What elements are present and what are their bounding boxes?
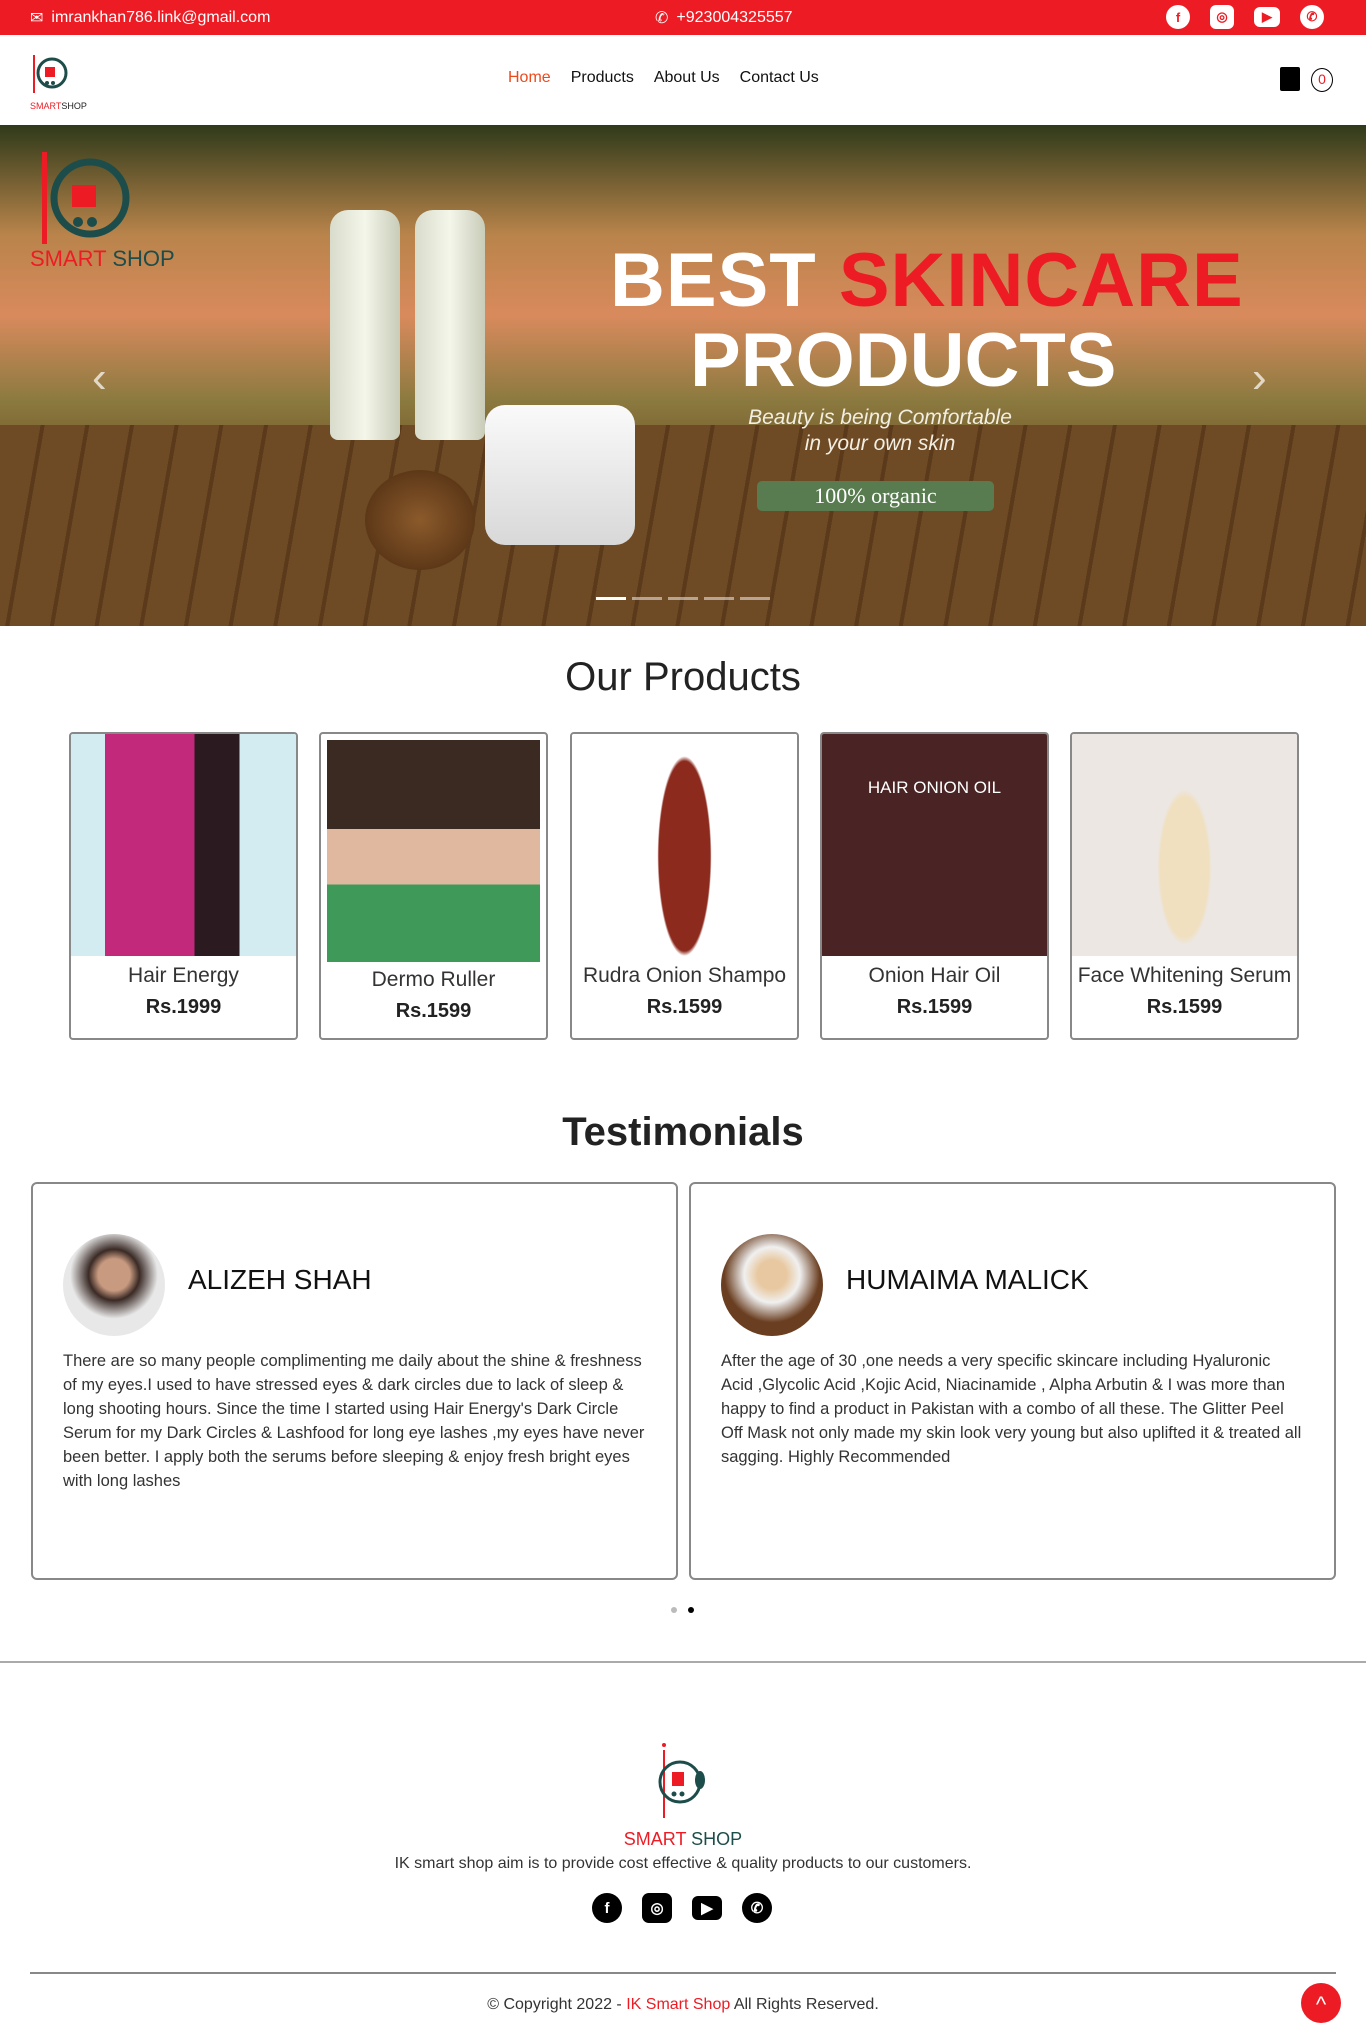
carousel-indicator[interactable] (596, 597, 626, 600)
main-navbar: SMARTSHOP Home Products About Us Contact… (0, 35, 1366, 125)
product-bottle-image (330, 210, 400, 440)
instagram-icon[interactable]: ◎ (642, 1893, 672, 1923)
phone-link[interactable]: ✆ +923004325557 (655, 8, 793, 28)
tagline-line2: in your own skin (804, 432, 956, 455)
testimonial-card: ALIZEH SHAH There are so many people comp… (31, 1182, 678, 1580)
email-link[interactable]: ✉ imrankhan786.link@gmail.com (30, 8, 270, 28)
social-links: f ◎ ▶ ✆ (1166, 5, 1324, 29)
cart-count-badge[interactable]: 0 (1311, 68, 1333, 92)
footer-logo-dark: SHOP (691, 1829, 743, 1849)
carousel-prev-button[interactable]: ‹ (92, 353, 107, 403)
product-price: Rs.1999 (145, 996, 222, 1018)
hero-logo-red: SMART (30, 246, 107, 271)
testimonials-heading: Testimonials (562, 1110, 804, 1154)
product-name: Rudra Onion Shampo (582, 964, 787, 987)
coconut-image (365, 470, 475, 570)
product-card[interactable]: Dermo Ruller Rs.1599 (319, 732, 548, 1040)
nav-about-us[interactable]: About Us (654, 69, 720, 87)
cart-logo-icon (658, 1743, 705, 1818)
back-to-top-button[interactable]: ^ (1301, 1983, 1341, 2023)
email-text: imrankhan786.link@gmail.com (51, 9, 271, 26)
footer-divider (0, 1661, 1366, 1663)
testimonial-text: After the age of 30 ,one needs a very sp… (721, 1352, 1302, 1466)
carousel-next-button[interactable]: › (1252, 353, 1267, 403)
product-name: Dermo Ruller (371, 968, 496, 991)
copyright-divider (30, 1972, 1336, 1974)
instagram-icon[interactable]: ◎ (1210, 5, 1234, 29)
product-price: Rs.1599 (896, 996, 973, 1018)
nav-products[interactable]: Products (571, 69, 634, 87)
product-image (327, 740, 540, 962)
phone-icon: ✆ (655, 10, 669, 27)
top-contact-bar: ✉ imrankhan786.link@gmail.com ✆ +923004325… (0, 0, 1366, 35)
hero-tagline: Beauty is being Comfortable in your own s… (640, 405, 1120, 457)
product-image (71, 734, 296, 956)
footer-logo: SMART SHOP (0, 1742, 1366, 1850)
hero-best: BEST (610, 238, 817, 323)
hero-logo: SMART SHOP (30, 150, 175, 272)
hero-skincare: SKINCARE (838, 238, 1244, 323)
product-card[interactable]: HAIR ONION OIL Onion Hair Oil Rs.1599 (820, 732, 1049, 1040)
product-card[interactable]: Hair Energy Rs.1999 (69, 732, 298, 1040)
copyright-suffix: All Rights Reserved. (730, 1996, 879, 2013)
facebook-icon[interactable]: f (1166, 5, 1190, 29)
copyright-brand-link[interactable]: IK Smart Shop (626, 1996, 730, 2013)
product-image (572, 734, 797, 956)
product-image: HAIR ONION OIL (822, 734, 1047, 956)
carousel-indicator[interactable] (632, 597, 662, 600)
hero-heading-line1: BEST SKINCARE (610, 237, 1244, 324)
product-name: Face Whitening Serum (1077, 964, 1292, 987)
nav-home[interactable]: Home (508, 69, 551, 87)
testimonial-name: ALIZEH SHAH (188, 1264, 372, 1295)
avatar (721, 1234, 823, 1336)
whatsapp-icon[interactable]: ✆ (742, 1893, 772, 1923)
hero-heading-line2: PRODUCTS (690, 318, 1117, 403)
product-card[interactable]: Face Whitening Serum Rs.1599 (1070, 732, 1299, 1040)
hero-logo-dark: SHOP (112, 246, 175, 271)
avatar (63, 1234, 165, 1336)
product-price: Rs.1599 (1146, 996, 1223, 1018)
testimonial-text: There are so many people complimenting m… (63, 1352, 645, 1490)
footer-about-text: IK smart shop aim is to provide cost eff… (394, 1855, 972, 1872)
product-bottle-image (415, 210, 485, 440)
product-price: Rs.1599 (646, 996, 723, 1018)
footer-logo-red: SMART (623, 1829, 687, 1849)
product-name: Onion Hair Oil (868, 964, 1001, 987)
youtube-icon[interactable]: ▶ (692, 1896, 722, 1920)
testimonial-card: HUMAIMA MALICK After the age of 30 ,one n… (689, 1182, 1336, 1580)
product-name: Hair Energy (128, 964, 239, 987)
product-card[interactable]: Rudra Onion Shampo Rs.1599 (570, 732, 799, 1040)
organic-badge: 100% organic (757, 481, 994, 511)
carousel-indicator[interactable] (740, 597, 770, 600)
logo-text-red: SMART (30, 101, 62, 111)
facebook-icon[interactable]: f (592, 1893, 622, 1923)
shopping-bag-icon[interactable] (1280, 67, 1300, 91)
nav-menu: Home Products About Us Contact Us (508, 69, 819, 87)
whatsapp-icon[interactable]: ✆ (1300, 5, 1324, 29)
carousel-indicator[interactable] (668, 597, 698, 600)
hero-carousel: SMART SHOP BEST SKINCARE PRODUCTS Beauty… (0, 125, 1366, 626)
product-image (1072, 734, 1297, 956)
cream-jars-image (485, 405, 635, 545)
chevron-up-icon: ^ (1315, 1992, 1327, 2017)
nav-contact-us[interactable]: Contact Us (740, 69, 819, 87)
tagline-line1: Beauty is being Comfortable (748, 406, 1012, 429)
phone-text: +923004325557 (676, 9, 793, 26)
copyright: © Copyright 2022 - IK Smart Shop All Rig… (0, 1996, 1366, 2014)
cart-logo-icon (42, 152, 130, 244)
carousel-indicators (596, 597, 770, 600)
youtube-icon[interactable]: ▶ (1254, 7, 1280, 27)
logo-text-dark: SHOP (61, 101, 87, 111)
mail-icon: ✉ (30, 10, 44, 27)
site-logo[interactable]: SMARTSHOP (30, 53, 87, 111)
carousel-indicator[interactable] (704, 597, 734, 600)
testimonial-dot[interactable] (688, 1607, 694, 1613)
testimonial-name: HUMAIMA MALICK (846, 1264, 1089, 1295)
footer-social-links: f ◎ ▶ ✆ (592, 1893, 772, 1923)
product-price: Rs.1599 (395, 1000, 472, 1022)
testimonial-dot[interactable] (671, 1607, 677, 1613)
cart-logo-icon (33, 55, 68, 93)
copyright-prefix: © Copyright 2022 - (487, 1996, 627, 2013)
products-heading: Our Products (565, 655, 801, 699)
